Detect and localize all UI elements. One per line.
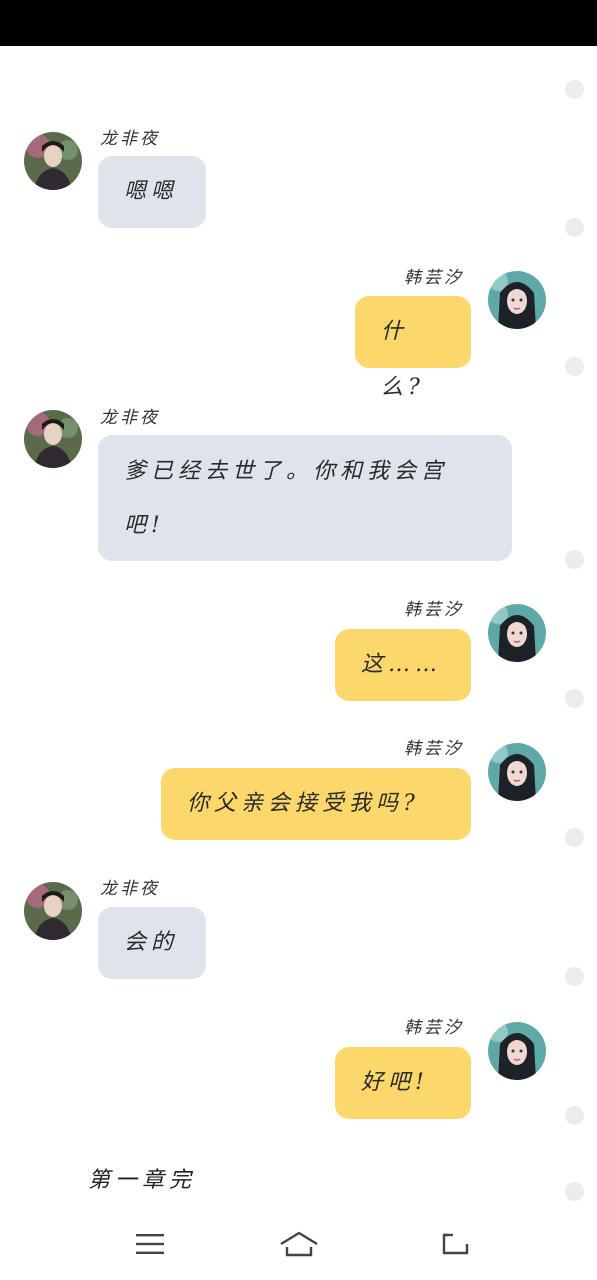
- message-bubble[interactable]: 你父亲会接受我吗?: [161, 768, 471, 840]
- male-avatar-icon[interactable]: [24, 410, 82, 468]
- male-avatar-icon[interactable]: [24, 882, 82, 940]
- scroll-dot: [565, 1182, 584, 1201]
- scroll-dot: [565, 967, 584, 986]
- home-icon: [280, 1231, 318, 1257]
- message-bubble[interactable]: 会的: [98, 907, 206, 979]
- scroll-dot: [565, 1106, 584, 1125]
- back-button[interactable]: [431, 1222, 479, 1266]
- chat-screen: 龙非夜 嗯嗯 韩芸汐 什么? 龙非夜 爹已经去世了。你和我会宫吧! 韩芸汐 这……: [0, 0, 597, 1280]
- scroll-dot: [565, 218, 584, 237]
- sender-name: 龙非夜: [100, 879, 160, 899]
- menu-button[interactable]: [126, 1222, 174, 1266]
- sender-name: 龙非夜: [100, 129, 160, 149]
- scroll-dot: [565, 357, 584, 376]
- female-avatar-icon[interactable]: [488, 1022, 546, 1080]
- message-bubble[interactable]: 嗯嗯: [98, 156, 206, 228]
- menu-icon: [136, 1234, 164, 1254]
- scroll-dot: [565, 689, 584, 708]
- male-avatar-icon[interactable]: [24, 132, 82, 190]
- sender-name: 韩芸汐: [404, 739, 464, 759]
- sender-name: 韩芸汐: [404, 268, 464, 288]
- status-bar: [0, 0, 597, 46]
- chapter-end-label: 第一章完: [88, 1168, 197, 1193]
- message-bubble[interactable]: 爹已经去世了。你和我会宫吧!: [98, 435, 512, 561]
- female-avatar-icon[interactable]: [488, 604, 546, 662]
- message-bubble[interactable]: 这……: [335, 629, 471, 701]
- message-bubble[interactable]: 什么?: [355, 296, 471, 400]
- scroll-dot: [565, 828, 584, 847]
- sender-name: 韩芸汐: [404, 600, 464, 620]
- scroll-dot: [565, 550, 584, 569]
- sender-name: 韩芸汐: [404, 1018, 464, 1038]
- female-avatar-icon[interactable]: [488, 271, 546, 329]
- back-icon: [442, 1233, 469, 1255]
- female-avatar-icon[interactable]: [488, 743, 546, 801]
- sender-name: 龙非夜: [100, 408, 160, 428]
- home-button[interactable]: [275, 1222, 323, 1266]
- message-bubble[interactable]: 好吧!: [335, 1047, 471, 1119]
- scroll-dot: [565, 80, 584, 99]
